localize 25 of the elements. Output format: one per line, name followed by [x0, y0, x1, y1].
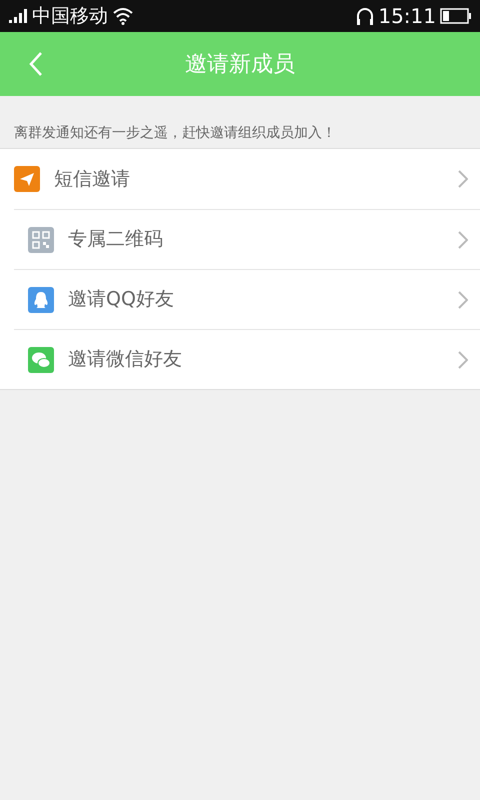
headphones-icon [356, 6, 374, 26]
chevron-right-icon [458, 350, 468, 368]
penguin-icon [28, 286, 54, 312]
chevron-right-icon [458, 170, 468, 188]
signal-icon [8, 8, 28, 24]
back-icon [29, 51, 43, 77]
option-label: 专属二维码 [68, 227, 164, 252]
clock-time: 15:11 [378, 6, 436, 26]
chevron-right-icon [458, 290, 468, 308]
chevron-right-icon [458, 230, 468, 248]
paper-plane-icon [14, 166, 40, 192]
invite-option[interactable]: 邀请微信好友 [14, 329, 480, 389]
invite-option[interactable]: 专属二维码 [14, 209, 480, 269]
option-label: 短信邀请 [54, 166, 131, 192]
hint-text: 离群发通知还有一步之遥，赶快邀请组织成员加入！ [14, 125, 336, 141]
qr-code-icon [28, 226, 54, 252]
invite-option[interactable]: 短信邀请 [0, 149, 480, 209]
option-label: 邀请微信好友 [68, 347, 183, 372]
carrier-name: 中国移动 [32, 6, 108, 26]
wifi-icon [112, 7, 134, 25]
page-title: 邀请新成员 [185, 50, 295, 78]
battery-icon [440, 8, 472, 24]
option-label: 邀请QQ好友 [68, 287, 175, 312]
invite-option[interactable]: 邀请QQ好友 [14, 269, 480, 329]
chat-bubbles-icon [28, 346, 54, 372]
